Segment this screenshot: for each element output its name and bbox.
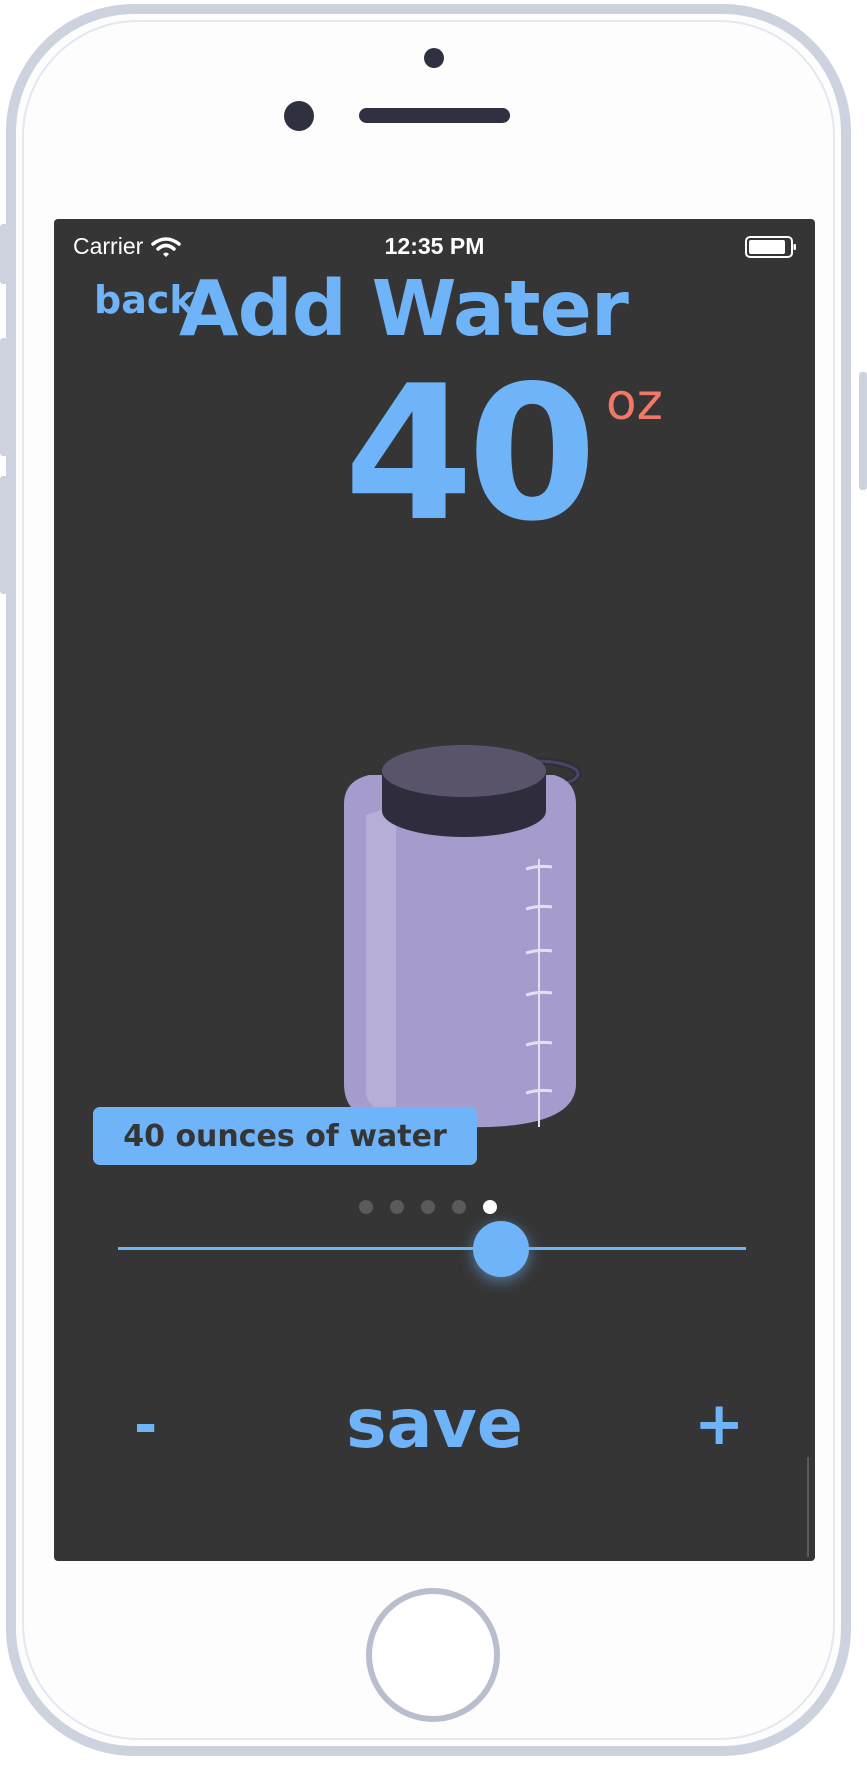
page-dot[interactable]	[452, 1200, 466, 1214]
decrease-button[interactable]: -	[134, 1393, 157, 1458]
increase-button[interactable]: +	[694, 1389, 744, 1459]
water-bottle-icon	[344, 745, 582, 1128]
bottom-controls: - save +	[54, 1385, 815, 1475]
slider-thumb[interactable]	[473, 1221, 529, 1277]
amount-slider[interactable]	[118, 1219, 746, 1279]
battery-icon	[745, 236, 796, 258]
proximity-sensor	[284, 101, 314, 131]
page-indicator[interactable]	[359, 1200, 497, 1214]
amount-description-badge: 40 ounces of water	[93, 1107, 477, 1165]
page-dot[interactable]	[390, 1200, 404, 1214]
scroll-indicator	[807, 1457, 809, 1557]
status-time: 12:35 PM	[384, 233, 485, 259]
water-amount-unit: oz	[606, 373, 663, 431]
device-frame: Carrier 12:35 PM back Add Water 40 oz 40…	[0, 0, 867, 1766]
page-dot[interactable]	[483, 1200, 497, 1214]
earpiece-speaker	[359, 108, 510, 123]
amount-description-label: 40 ounces of water	[123, 1118, 447, 1154]
save-button[interactable]: save	[346, 1385, 523, 1464]
home-button[interactable]	[366, 1588, 500, 1722]
slider-track[interactable]	[118, 1247, 746, 1250]
app-screen: Carrier 12:35 PM back Add Water 40 oz 40…	[54, 219, 815, 1561]
page-title: Add Water	[179, 265, 629, 354]
water-amount-value: 40	[344, 345, 597, 562]
front-camera	[424, 48, 444, 68]
page-dot[interactable]	[359, 1200, 373, 1214]
power-button	[859, 372, 867, 490]
page-dot[interactable]	[421, 1200, 435, 1214]
status-bar: Carrier 12:35 PM	[54, 219, 815, 269]
